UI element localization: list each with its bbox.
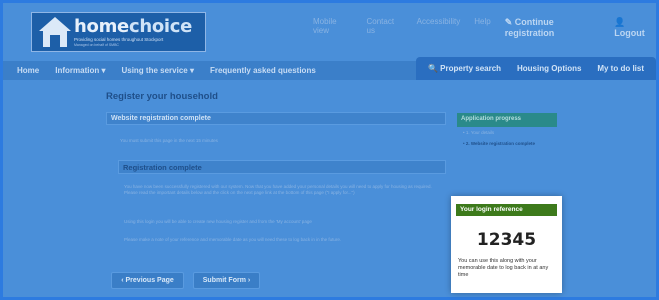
main-nav: Home Information ▾ Using the service ▾ F… xyxy=(3,57,656,80)
nav-using-the-service[interactable]: Using the service ▾ xyxy=(121,66,194,75)
logo-wordmark: homechoice xyxy=(74,16,192,37)
submit-form-button[interactable]: Submit Form › xyxy=(193,272,260,289)
nav-left: Home Information ▾ Using the service ▾ F… xyxy=(17,66,316,75)
chevron-right-icon: › xyxy=(245,277,251,284)
progress-title: Application progress xyxy=(457,113,557,127)
paragraph-2: Using this login you will be able to cre… xyxy=(124,219,312,224)
application-progress: Application progress • 1. Your details •… xyxy=(457,113,557,173)
previous-page-button[interactable]: ‹ Previous Page xyxy=(111,272,184,289)
progress-step: • 1. Your details xyxy=(463,130,495,135)
homechoice-logo[interactable]: homechoice Providing social homes throug… xyxy=(31,12,206,52)
nav-home[interactable]: Home xyxy=(17,66,39,75)
submit-form-label: Submit Form xyxy=(202,277,246,284)
pencil-icon: ✎ xyxy=(504,17,515,27)
progress-step-current: • 2. Website registration complete xyxy=(463,141,536,146)
page-title: Register your household xyxy=(106,91,218,102)
time-notice: You must submit this page in the next 15… xyxy=(120,138,218,143)
top-links: Mobile view Contact us Accessibility Hel… xyxy=(313,17,656,38)
progress-step-2: 2. Website registration complete xyxy=(465,141,536,146)
paragraph-1: You have now been successfully registere… xyxy=(124,184,432,195)
house-icon xyxy=(39,17,71,47)
previous-page-label: Previous Page xyxy=(125,277,174,284)
user-icon: 👤 xyxy=(614,17,626,27)
help-link[interactable]: Help xyxy=(474,17,490,38)
nav-right: 🔍 Property search Housing Options My to … xyxy=(416,57,656,80)
login-reference-popup: Your login reference 12345 You can use t… xyxy=(451,196,562,293)
nav-property-search[interactable]: 🔍 Property search xyxy=(428,64,501,73)
nav-faq[interactable]: Frequently asked questions xyxy=(210,66,316,75)
nav-information[interactable]: Information ▾ xyxy=(55,66,105,75)
logout-link[interactable]: 👤 Logout xyxy=(614,17,656,38)
logo-tagline: Providing social homes throughout Stockp… xyxy=(74,37,164,42)
logo-home: home xyxy=(74,16,129,37)
accessibility-link[interactable]: Accessibility xyxy=(417,17,461,38)
header: homechoice Providing social homes throug… xyxy=(3,3,656,59)
search-icon: 🔍 xyxy=(427,64,441,73)
logo-subtagline: Managed on behalf of SMBC xyxy=(74,43,119,47)
login-reference-number: 12345 xyxy=(476,230,537,250)
continue-registration-link[interactable]: ✎ Continue registration xyxy=(505,17,601,38)
section-title: Registration complete xyxy=(118,160,446,174)
nav-my-to-do-list[interactable]: My to do list xyxy=(597,64,644,73)
popup-text: You can use this along with your memorab… xyxy=(458,258,549,278)
logout-label: Logout xyxy=(614,28,645,38)
popup-title: Your login reference xyxy=(456,204,557,216)
panel-title: Website registration complete xyxy=(106,112,446,125)
mobile-view-link[interactable]: Mobile view xyxy=(313,17,353,38)
progress-step-1: 1. Your details xyxy=(465,130,495,135)
nav-housing-options[interactable]: Housing Options xyxy=(517,64,581,73)
paragraph-3: Please make a note of your reference and… xyxy=(124,237,342,242)
nav-property-search-label: Property search xyxy=(440,64,502,73)
logo-choice: choice xyxy=(128,16,193,37)
contact-us-link[interactable]: Contact us xyxy=(367,17,403,38)
